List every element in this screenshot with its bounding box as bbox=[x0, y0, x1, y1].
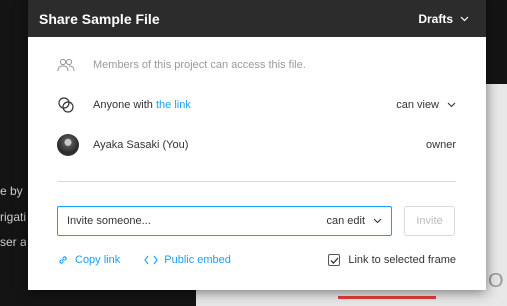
background-accent-bar bbox=[338, 296, 436, 299]
avatar-wrap bbox=[57, 134, 79, 156]
public-embed-label: Public embed bbox=[164, 254, 231, 266]
share-dialog: Share Sample File Drafts Members of this… bbox=[28, 0, 486, 290]
user-role: owner bbox=[426, 139, 456, 151]
team-icon bbox=[57, 54, 79, 76]
invite-permission-label: can edit bbox=[326, 215, 365, 227]
location-dropdown[interactable]: Drafts bbox=[418, 12, 469, 26]
invite-input[interactable]: Invite someone... can edit bbox=[57, 206, 392, 236]
avatar bbox=[57, 134, 79, 156]
invite-placeholder: Invite someone... bbox=[67, 215, 151, 227]
copy-link-label: Copy link bbox=[75, 254, 121, 266]
link-permission-dropdown[interactable]: can view bbox=[396, 99, 456, 111]
dialog-title: Share Sample File bbox=[39, 10, 160, 27]
background-text-1: e by c bbox=[0, 184, 26, 198]
link-access-prefix: Anyone with bbox=[93, 99, 156, 111]
dialog-footer: Copy link Public embed Link to selected … bbox=[57, 252, 456, 268]
code-icon bbox=[144, 255, 158, 265]
link-selected-frame-option[interactable]: Link to selected frame bbox=[328, 254, 456, 266]
chevron-down-icon bbox=[373, 218, 382, 224]
link-access-text: Anyone with the link bbox=[93, 99, 191, 111]
background-text-3: ser ac bbox=[0, 235, 26, 249]
user-name: Ayaka Sasaki (You) bbox=[93, 139, 189, 151]
public-embed-button[interactable]: Public embed bbox=[144, 254, 231, 266]
link-access-icon bbox=[57, 94, 79, 116]
chevron-down-icon bbox=[447, 102, 456, 108]
background-text-2: rigatio bbox=[0, 210, 26, 224]
owner-row: Ayaka Sasaki (You) owner bbox=[57, 134, 456, 156]
the-link[interactable]: the link bbox=[156, 99, 191, 111]
location-label: Drafts bbox=[418, 11, 453, 26]
members-row: Members of this project can access this … bbox=[57, 54, 456, 76]
link-access-row: Anyone with the link can view bbox=[57, 94, 456, 116]
checkmark-icon bbox=[330, 257, 339, 264]
divider bbox=[57, 181, 456, 182]
link-selected-frame-label: Link to selected frame bbox=[348, 254, 456, 266]
invite-button[interactable]: Invite bbox=[404, 206, 455, 236]
members-text: Members of this project can access this … bbox=[93, 59, 306, 71]
chevron-down-icon bbox=[460, 16, 469, 21]
link-icon bbox=[59, 256, 67, 264]
invite-permission-dropdown[interactable]: can edit bbox=[326, 215, 382, 227]
user-role-label: owner bbox=[426, 139, 456, 151]
background-glyph: O bbox=[488, 270, 504, 292]
copy-link-button[interactable]: Copy link bbox=[57, 254, 120, 266]
link-selected-frame-checkbox[interactable] bbox=[328, 254, 341, 266]
dialog-header: Share Sample File Drafts bbox=[28, 0, 486, 37]
link-permission-label: can view bbox=[396, 99, 439, 111]
